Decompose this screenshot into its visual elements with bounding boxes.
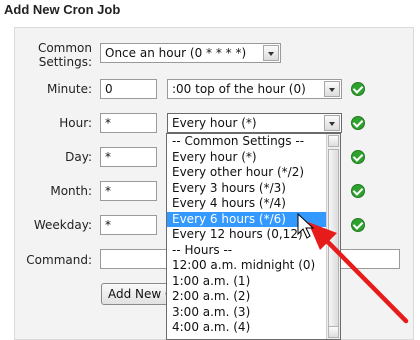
- annotation-overlay: [297, 212, 409, 324]
- mouse-cursor-icon: [297, 212, 315, 239]
- red-arrow-annotation: [308, 222, 409, 324]
